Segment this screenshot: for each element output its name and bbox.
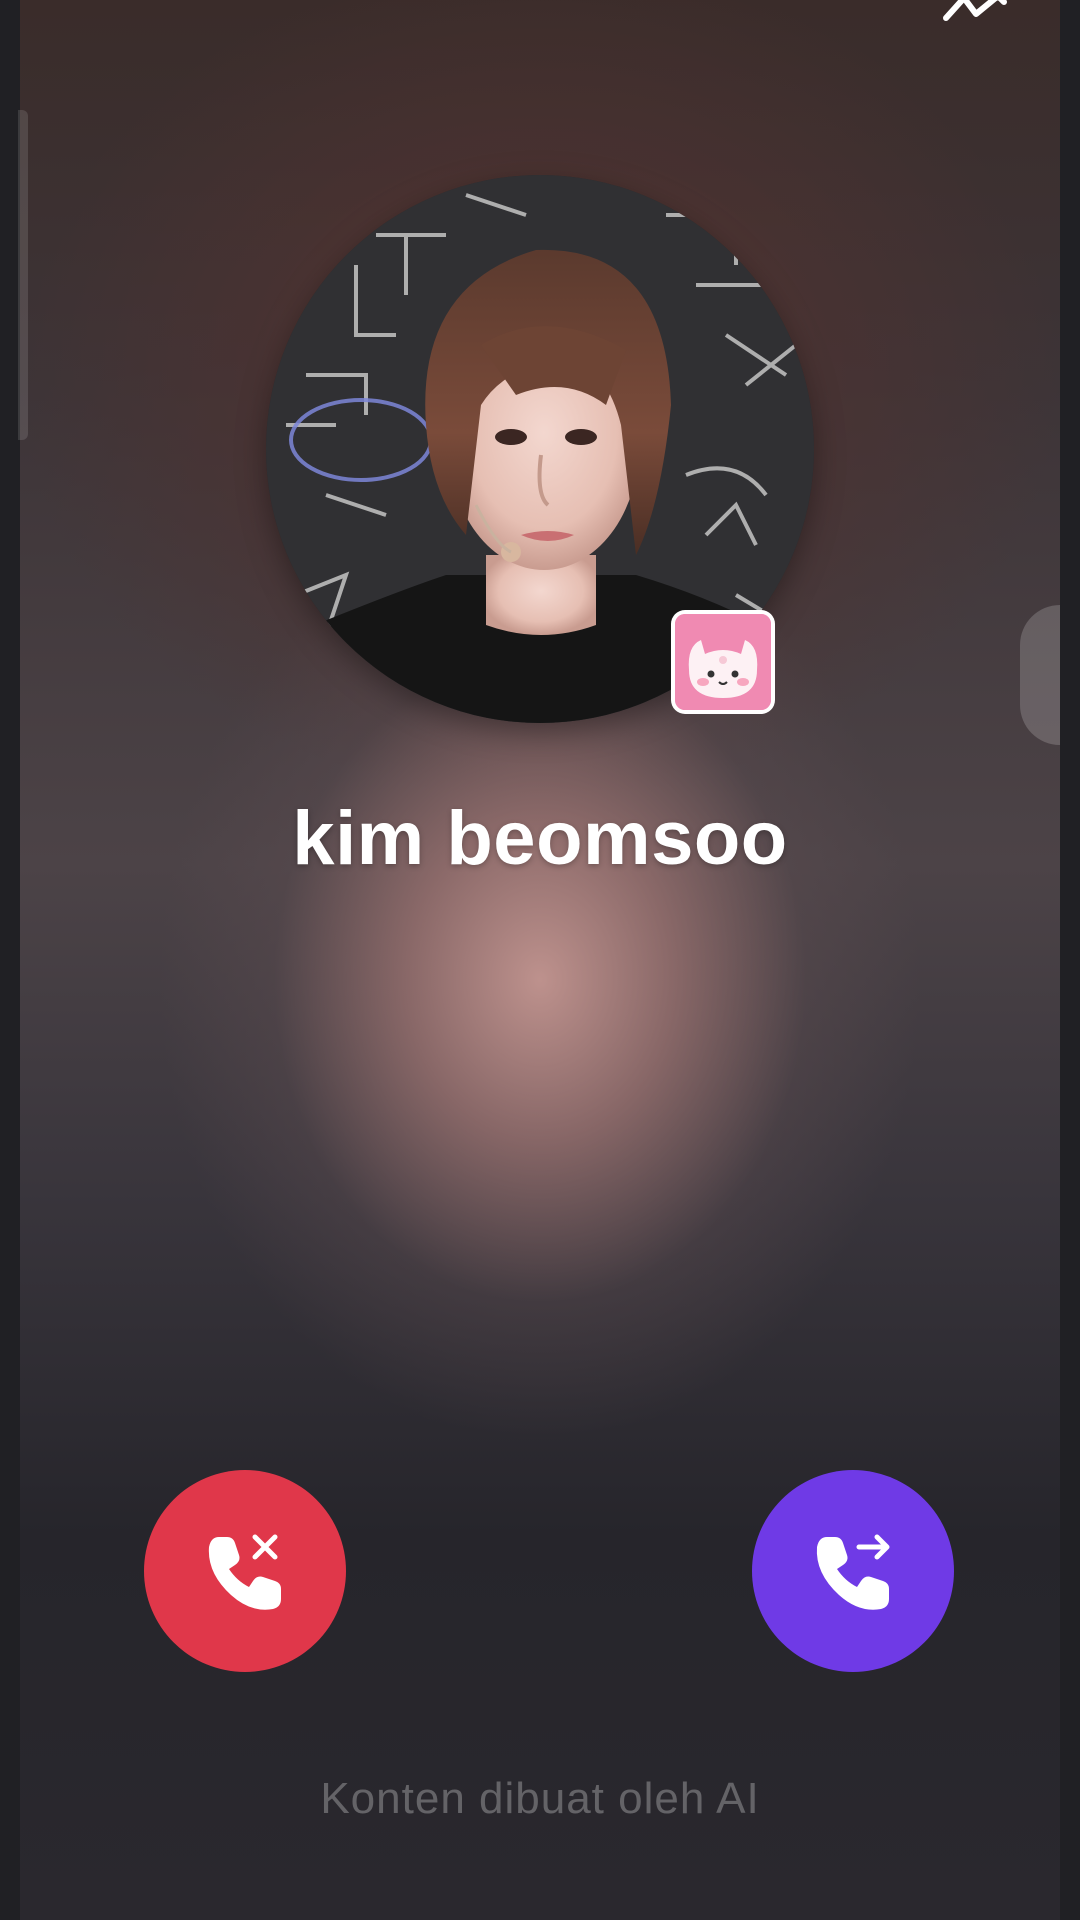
edge-panel-handle[interactable] [1020, 605, 1060, 745]
chevron-icon[interactable] [938, 0, 1018, 32]
decline-call-button[interactable] [144, 1470, 346, 1672]
ai-content-disclaimer: Konten dibuat oleh AI [320, 1774, 760, 1823]
accept-call-button[interactable] [752, 1470, 954, 1672]
pink-cat-sticker-icon [675, 614, 771, 710]
phone-decline-icon [208, 1534, 281, 1610]
caller-name: kim beomsoo [292, 796, 788, 881]
phone-forward-icon [816, 1534, 890, 1610]
incoming-call-screen: kim beomsoo Konten dibuat oleh AI [0, 0, 1080, 1920]
right-edge [1060, 0, 1080, 1920]
sticker-badge [671, 610, 775, 714]
caller-avatar-container [266, 175, 814, 723]
side-panel-handle[interactable] [18, 110, 28, 440]
left-edge [0, 0, 20, 1920]
